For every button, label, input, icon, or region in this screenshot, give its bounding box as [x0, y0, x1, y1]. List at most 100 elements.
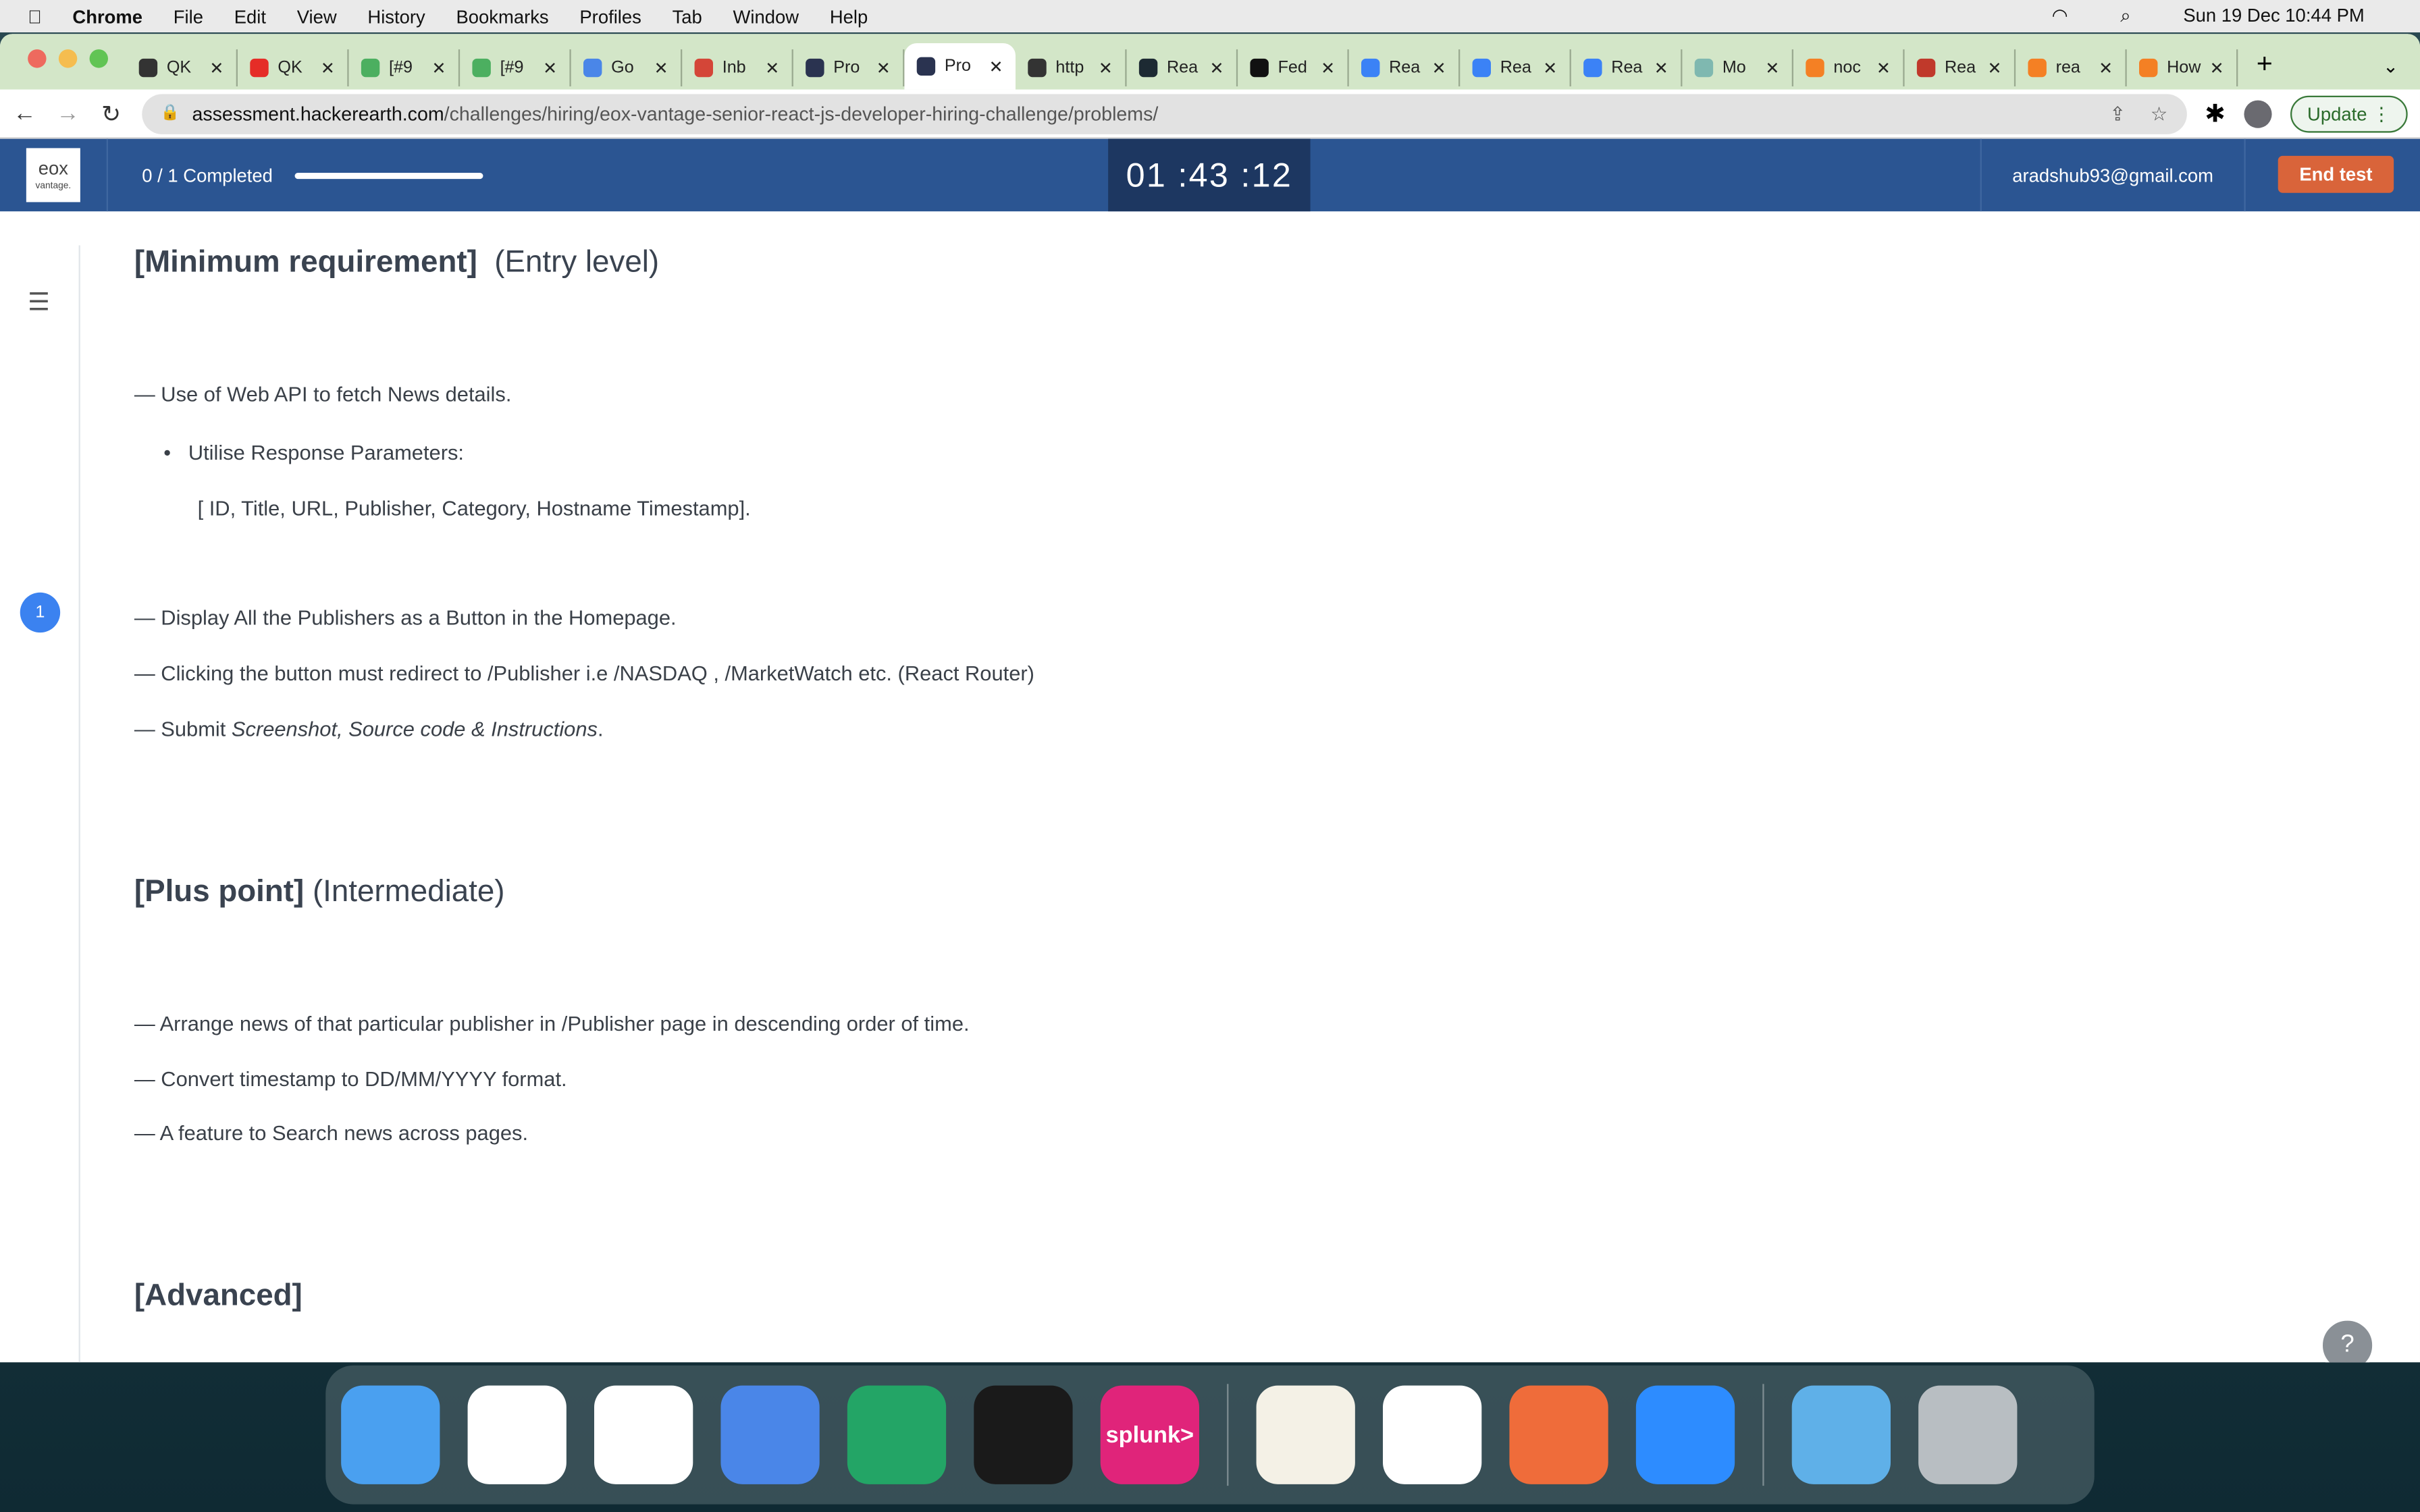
reload-button[interactable]: ↻	[99, 99, 124, 128]
browser-toolbar: ← → ↻ 🔒 assessment.hackerearth.com/chall…	[0, 90, 2420, 139]
browser-tab[interactable]: QK ✕	[126, 49, 238, 86]
tab-close-icon[interactable]: ✕	[1654, 58, 1668, 78]
dock-notes-icon[interactable]	[1256, 1385, 1355, 1484]
tab-close-icon[interactable]: ✕	[989, 56, 1003, 76]
tab-favicon-icon	[916, 57, 936, 76]
menu-tab[interactable]: Tab	[673, 5, 702, 27]
tab-close-icon[interactable]: ✕	[1209, 58, 1224, 78]
close-window-button[interactable]	[28, 49, 47, 68]
browser-tab[interactable]: Pro ✕	[793, 49, 905, 86]
browser-tab[interactable]: Fed ✕	[1238, 49, 1349, 86]
end-test-button[interactable]: End test	[2278, 155, 2394, 193]
tab-close-icon[interactable]: ✕	[1543, 58, 1557, 78]
menu-history[interactable]: History	[367, 5, 425, 27]
search-icon[interactable]: ⌕	[2120, 5, 2130, 28]
browser-tab[interactable]: Rea ✕	[1127, 49, 1238, 86]
dock-google-docs-icon[interactable]	[720, 1385, 820, 1484]
dock-zoom-icon[interactable]	[1635, 1385, 1735, 1484]
browser-tab[interactable]: noc ✕	[1793, 49, 1905, 86]
tab-close-icon[interactable]: ✕	[1987, 58, 2001, 78]
tab-close-icon[interactable]: ✕	[543, 58, 557, 78]
tab-favicon-icon	[361, 58, 380, 78]
back-button[interactable]: ←	[12, 101, 37, 127]
forward-button[interactable]: →	[55, 101, 80, 127]
tab-close-icon[interactable]: ✕	[2099, 58, 2113, 78]
browser-tab[interactable]: Go ✕	[571, 49, 683, 86]
menu-help[interactable]: Help	[830, 5, 868, 27]
browser-tab[interactable]: http ✕	[1016, 49, 1127, 86]
dock-downloads-icon[interactable]	[1791, 1385, 1891, 1484]
tab-close-icon[interactable]: ✕	[1099, 58, 1113, 78]
tab-close-icon[interactable]: ✕	[2210, 58, 2224, 78]
tab-close-icon[interactable]: ✕	[431, 58, 446, 78]
browser-tab[interactable]: Pro ✕	[904, 43, 1016, 90]
tab-title: http	[1055, 58, 1084, 78]
address-bar[interactable]: 🔒 assessment.hackerearth.com/challenges/…	[142, 93, 2186, 134]
countdown-timer: 01 :43 :12	[1108, 138, 1311, 212]
browser-tab[interactable]: How to ✕	[2127, 49, 2238, 86]
tab-close-icon[interactable]: ✕	[1765, 58, 1779, 78]
menu-app[interactable]: Chrome	[72, 5, 142, 27]
dock-splunk-icon[interactable]: splunk>	[1100, 1385, 1199, 1484]
bullet-item: • Utilise Response Parameters:	[163, 441, 464, 464]
browser-window: QK ✕ QK ✕ [#9 ✕ [#9 ✕ Go ✕ Inb ✕ Pro ✕ Pro ✕ http ✕ Rea ✕ Fe…	[0, 34, 2420, 1363]
menu-icon[interactable]: ☰	[28, 287, 50, 318]
tab-close-icon[interactable]: ✕	[209, 58, 223, 78]
tab-favicon-icon	[1250, 58, 1269, 78]
tab-close-icon[interactable]: ✕	[876, 58, 891, 78]
logo-text: eox	[38, 157, 68, 180]
tab-favicon-icon	[1916, 58, 1936, 78]
question-1-button[interactable]: 1	[20, 592, 61, 633]
menu-view[interactable]: View	[297, 5, 337, 27]
new-tab-button[interactable]: +	[2238, 48, 2291, 90]
browser-tab[interactable]: Rea ✕	[1571, 49, 1683, 86]
browser-tab[interactable]: rea ✕	[2016, 49, 2127, 86]
progress-text: 0 / 1 Completed	[142, 164, 273, 186]
tab-close-icon[interactable]: ✕	[321, 58, 335, 78]
browser-tab[interactable]: Rea ✕	[1460, 49, 1571, 86]
tab-close-icon[interactable]: ✕	[1321, 58, 1335, 78]
menu-edit[interactable]: Edit	[234, 5, 266, 27]
dock-google-sheets-icon[interactable]	[847, 1385, 947, 1484]
tab-close-icon[interactable]: ✕	[765, 58, 779, 78]
profile-avatar[interactable]	[2244, 99, 2272, 128]
tab-search-chevron-icon[interactable]: ⌄	[2383, 55, 2398, 77]
dock-vscode-icon[interactable]	[1382, 1385, 1482, 1484]
maximize-window-button[interactable]	[89, 49, 108, 68]
requirement-line: — A feature to Search news across pages.	[134, 1121, 529, 1145]
dock-slack-icon[interactable]	[594, 1385, 693, 1484]
browser-tab[interactable]: Rea ✕	[1905, 49, 2016, 86]
bookmark-star-icon[interactable]: ☆	[2151, 102, 2168, 125]
browser-tab[interactable]: [#9 ✕	[460, 49, 571, 86]
menu-bookmarks[interactable]: Bookmarks	[456, 5, 548, 27]
extensions-icon[interactable]: ✱	[2205, 98, 2226, 129]
tab-favicon-icon	[138, 58, 158, 78]
browser-tab[interactable]: Mo ✕	[1682, 49, 1793, 86]
section-heading-advanced: [Advanced]	[134, 1278, 302, 1314]
browser-tab[interactable]: [#9 ✕	[349, 49, 461, 86]
browser-tab[interactable]: Rea ✕	[1349, 49, 1461, 86]
dock-postman-icon[interactable]	[1509, 1385, 1608, 1484]
menu-file[interactable]: File	[174, 5, 203, 27]
wifi-icon[interactable]: ◠	[2052, 5, 2068, 28]
lock-icon[interactable]: 🔒	[161, 105, 180, 122]
tab-close-icon[interactable]: ✕	[654, 58, 668, 78]
dock-chrome-icon[interactable]	[467, 1385, 567, 1484]
tab-favicon-icon	[1806, 58, 1824, 78]
update-button[interactable]: Update ⋮	[2290, 94, 2408, 132]
dock-terminal-icon[interactable]	[974, 1385, 1073, 1484]
dock-trash-icon[interactable]	[1918, 1385, 2018, 1484]
tab-close-icon[interactable]: ✕	[1876, 58, 1891, 78]
share-icon[interactable]: ⇪	[2109, 102, 2126, 125]
apple-icon[interactable]: 	[28, 5, 42, 27]
minimize-window-button[interactable]	[58, 49, 78, 68]
tab-favicon-icon	[1361, 58, 1380, 78]
menu-window[interactable]: Window	[733, 5, 799, 27]
browser-tab[interactable]: Inb ✕	[682, 49, 793, 86]
tab-close-icon[interactable]: ✕	[1432, 58, 1446, 78]
browser-tab[interactable]: QK ✕	[238, 49, 349, 86]
dock-finder-icon[interactable]	[341, 1385, 440, 1484]
tab-favicon-icon	[472, 58, 491, 78]
menu-profiles[interactable]: Profiles	[579, 5, 641, 27]
clock[interactable]: Sun 19 Dec 10:44 PM	[2183, 5, 2364, 28]
